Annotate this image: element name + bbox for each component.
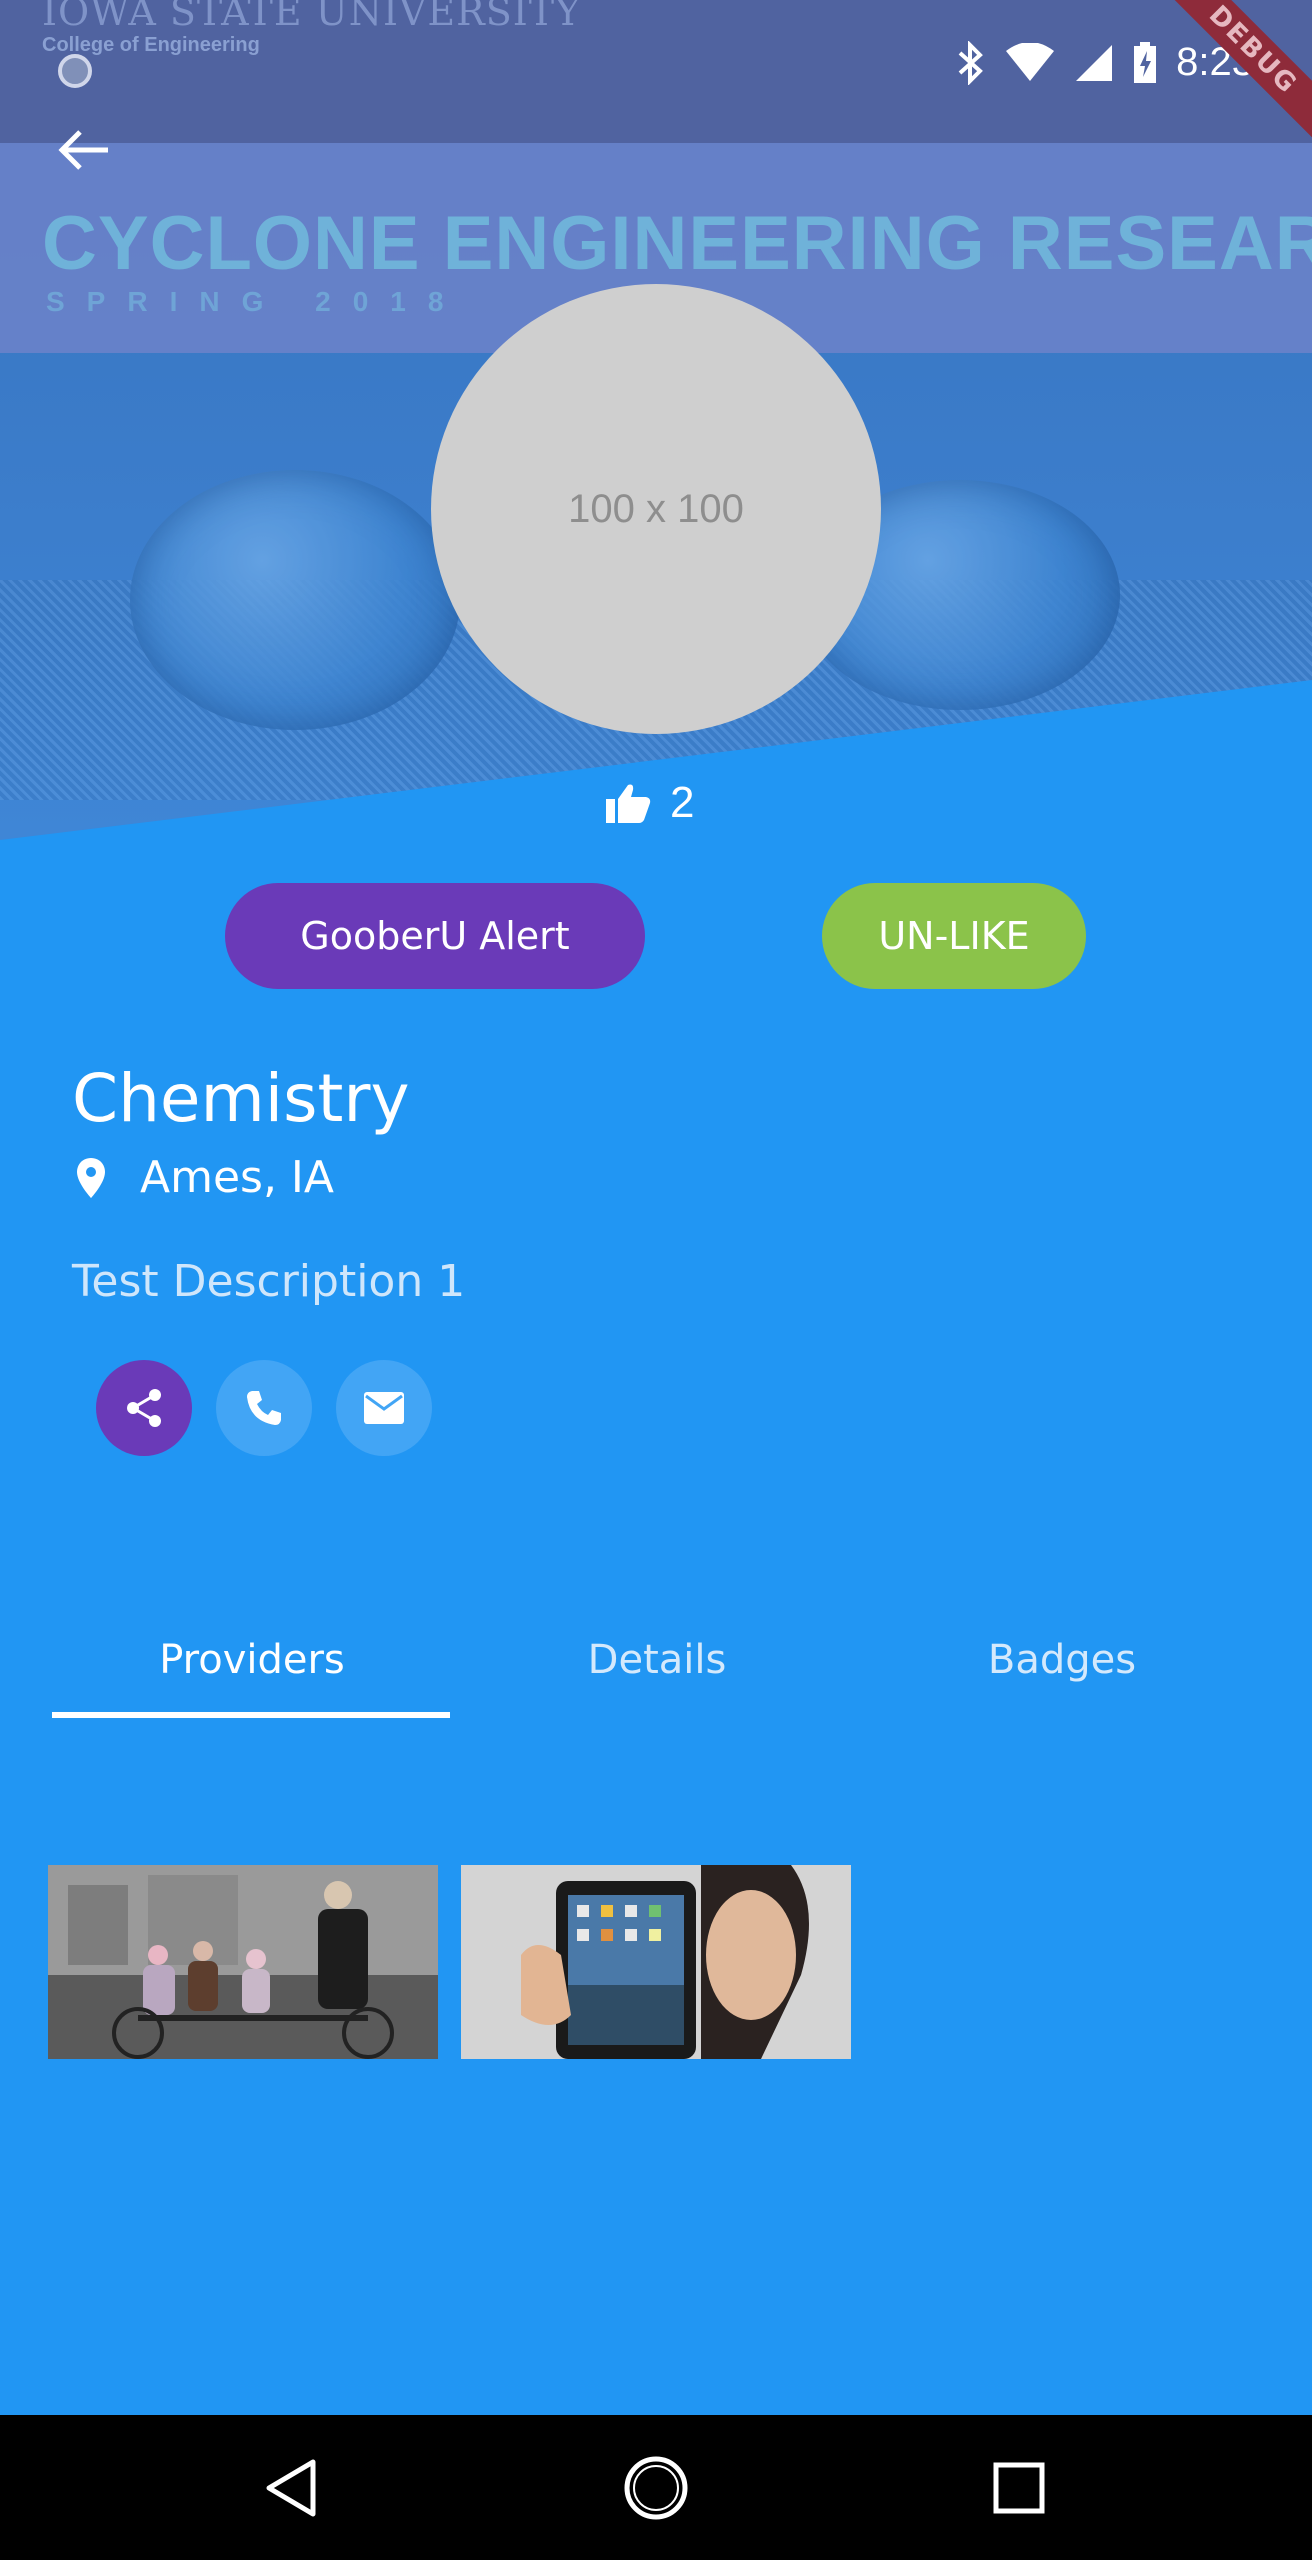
banner-droplet bbox=[130, 470, 460, 730]
nav-back-button[interactable] bbox=[248, 2445, 334, 2531]
location-pin-icon bbox=[77, 1157, 105, 1198]
tablet-photo bbox=[461, 1865, 851, 2059]
banner-subline: SPRING 2018 bbox=[46, 286, 466, 317]
like-count: 2 bbox=[670, 778, 695, 827]
cell-signal-icon bbox=[1076, 44, 1113, 81]
nav-home-button[interactable] bbox=[613, 2445, 699, 2531]
status-bar: 8:23 DEBUG bbox=[0, 0, 1312, 146]
bluetooth-icon bbox=[958, 40, 984, 85]
email-button[interactable] bbox=[336, 1360, 432, 1456]
bicycle-photo bbox=[48, 1865, 438, 2059]
share-icon bbox=[127, 1389, 161, 1427]
notification-icon bbox=[58, 54, 92, 88]
thumb-up-icon bbox=[606, 784, 651, 823]
phone-icon bbox=[247, 1391, 281, 1425]
square-recents-icon bbox=[993, 2462, 1045, 2514]
avatar-placeholder-text: 100 x 100 bbox=[568, 486, 744, 531]
provider-thumbnail[interactable] bbox=[48, 1865, 438, 2059]
nav-recents-button[interactable] bbox=[976, 2445, 1062, 2531]
location-text: Ames, IA bbox=[140, 1152, 335, 1203]
triangle-back-icon bbox=[266, 2459, 316, 2517]
mail-icon bbox=[364, 1392, 404, 1424]
profile-avatar: 100 x 100 bbox=[431, 284, 881, 734]
like-counter: 2 bbox=[604, 778, 694, 828]
wifi-icon bbox=[1006, 42, 1055, 81]
tab-indicator bbox=[52, 1712, 450, 1718]
gooberu-alert-button[interactable]: GooberU Alert bbox=[225, 883, 645, 989]
location-row: Ames, IA bbox=[76, 1152, 334, 1203]
call-button[interactable] bbox=[216, 1360, 312, 1456]
tab-badges[interactable]: Badges bbox=[862, 1610, 1262, 1710]
description: Test Description 1 bbox=[72, 1256, 466, 1307]
banner-headline: CYCLONE ENGINEERING RESEARCH bbox=[42, 201, 1312, 286]
page-title: Chemistry bbox=[72, 1060, 410, 1137]
tab-bar: Providers Details Badges bbox=[52, 1610, 1262, 1720]
system-navigation-bar bbox=[0, 2415, 1312, 2560]
provider-thumbnail[interactable] bbox=[461, 1865, 851, 2059]
status-icons: 8:23 bbox=[956, 40, 1254, 85]
arrow-back-icon bbox=[58, 130, 108, 170]
battery-icon bbox=[1134, 41, 1157, 83]
share-button[interactable] bbox=[96, 1360, 192, 1456]
circle-home-icon bbox=[624, 2456, 688, 2520]
back-button[interactable] bbox=[48, 118, 118, 182]
tab-details[interactable]: Details bbox=[457, 1610, 857, 1710]
unlike-button[interactable]: UN-LIKE bbox=[822, 883, 1086, 989]
tab-providers[interactable]: Providers bbox=[52, 1610, 452, 1710]
